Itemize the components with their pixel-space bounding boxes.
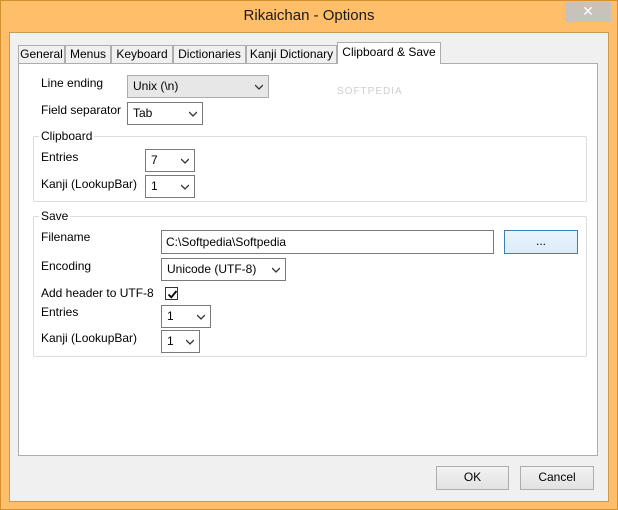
clipboard-kanji-label: Kanji (LookupBar) <box>41 177 138 191</box>
line-ending-select[interactable]: Unix (\n) <box>127 75 269 98</box>
tab-menus[interactable]: Menus <box>65 45 111 64</box>
field-separator-label: Field separator <box>41 103 122 117</box>
clipboard-kanji-value: 1 <box>151 179 158 193</box>
options-window: Rikaichan - Options ✕ General Menus Keyb… <box>0 0 618 510</box>
ok-button[interactable]: OK <box>436 466 509 490</box>
tab-general[interactable]: General <box>18 45 65 64</box>
encoding-select[interactable]: Unicode (UTF-8) <box>161 258 286 281</box>
clipboard-entries-label: Entries <box>41 150 79 164</box>
tab-keyboard[interactable]: Keyboard <box>111 45 173 64</box>
tab-kanji-dictionary[interactable]: Kanji Dictionary <box>246 45 337 64</box>
chevron-down-icon <box>181 184 189 190</box>
add-header-label: Add header to UTF-8 <box>41 286 154 300</box>
watermark: SOFTPEDIA <box>337 86 403 97</box>
window-title: Rikaichan - Options <box>243 7 375 24</box>
filename-value: C:\Softpedia\Softpedia <box>166 235 287 249</box>
clipboard-group-title: Clipboard <box>39 129 95 143</box>
title-bar[interactable]: Rikaichan - Options ✕ <box>1 1 617 33</box>
save-kanji-label: Kanji (LookupBar) <box>41 331 138 345</box>
chevron-down-icon <box>186 339 194 345</box>
encoding-value: Unicode (UTF-8) <box>167 262 257 276</box>
add-header-checkbox[interactable] <box>165 287 178 300</box>
chevron-down-icon <box>272 267 280 273</box>
chevron-down-icon <box>255 84 263 90</box>
chevron-down-icon <box>197 314 205 320</box>
dialog-client: General Menus Keyboard Dictionaries Kanj… <box>9 32 609 502</box>
chevron-down-icon <box>189 111 197 117</box>
filename-input[interactable]: C:\Softpedia\Softpedia <box>161 230 494 254</box>
clipboard-entries-value: 7 <box>151 153 158 167</box>
tab-clipboard-save[interactable]: Clipboard & Save <box>337 42 441 64</box>
save-entries-label: Entries <box>41 305 79 319</box>
clipboard-kanji-select[interactable]: 1 <box>145 175 195 198</box>
field-separator-value: Tab <box>133 106 153 120</box>
save-group-title: Save <box>39 209 71 223</box>
save-kanji-value: 1 <box>167 334 174 348</box>
chevron-down-icon <box>181 158 189 164</box>
save-kanji-select[interactable]: 1 <box>161 330 200 353</box>
cancel-button[interactable]: Cancel <box>520 466 594 490</box>
checkmark-icon <box>167 290 178 299</box>
tab-dictionaries[interactable]: Dictionaries <box>173 45 246 64</box>
clipboard-entries-select[interactable]: 7 <box>145 149 195 172</box>
save-entries-value: 1 <box>167 309 174 323</box>
browse-button[interactable]: ... <box>504 230 578 254</box>
close-button[interactable]: ✕ <box>565 2 611 22</box>
line-ending-label: Line ending <box>41 76 104 90</box>
encoding-label: Encoding <box>41 259 92 273</box>
close-icon: ✕ <box>582 3 594 19</box>
field-separator-select[interactable]: Tab <box>127 102 203 125</box>
clipboard-save-panel: SOFTPEDIA Line ending Unix (\n) Field se… <box>18 63 598 456</box>
filename-label: Filename <box>41 230 91 244</box>
save-entries-select[interactable]: 1 <box>161 305 211 328</box>
line-ending-value: Unix (\n) <box>133 79 179 93</box>
clipboard-group <box>33 136 587 202</box>
